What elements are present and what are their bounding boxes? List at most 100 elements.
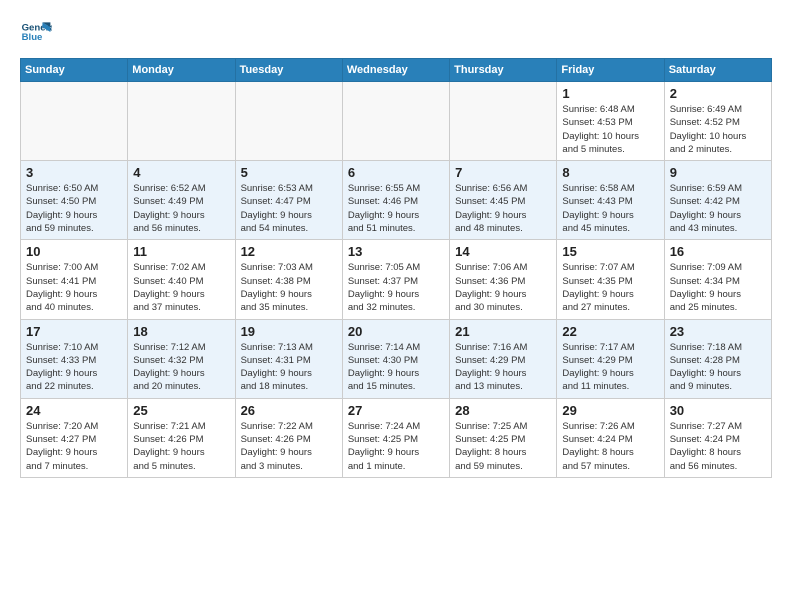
day-info: Sunrise: 7:03 AM Sunset: 4:38 PM Dayligh… — [241, 261, 337, 314]
day-info: Sunrise: 7:05 AM Sunset: 4:37 PM Dayligh… — [348, 261, 444, 314]
svg-text:Blue: Blue — [22, 32, 43, 43]
day-number: 3 — [26, 165, 122, 180]
day-number: 26 — [241, 403, 337, 418]
calendar-cell: 7 Sunrise: 6:56 AM Sunset: 4:45 PM Daylig… — [450, 161, 557, 240]
calendar-cell: 4 Sunrise: 6:52 AM Sunset: 4:49 PM Daylig… — [128, 161, 235, 240]
calendar-cell: 26 Sunrise: 7:22 AM Sunset: 4:26 PM Dayli… — [235, 398, 342, 477]
calendar-cell: 24 Sunrise: 7:20 AM Sunset: 4:27 PM Dayli… — [21, 398, 128, 477]
day-number: 14 — [455, 244, 551, 259]
day-number: 25 — [133, 403, 229, 418]
calendar-cell — [21, 82, 128, 161]
day-number: 1 — [562, 86, 658, 101]
weekday-header-friday: Friday — [557, 59, 664, 82]
day-info: Sunrise: 7:02 AM Sunset: 4:40 PM Dayligh… — [133, 261, 229, 314]
day-number: 4 — [133, 165, 229, 180]
calendar-cell: 2 Sunrise: 6:49 AM Sunset: 4:52 PM Daylig… — [664, 82, 771, 161]
header: General Blue — [20, 16, 772, 48]
day-info: Sunrise: 7:22 AM Sunset: 4:26 PM Dayligh… — [241, 420, 337, 473]
weekday-header-wednesday: Wednesday — [342, 59, 449, 82]
day-info: Sunrise: 6:50 AM Sunset: 4:50 PM Dayligh… — [26, 182, 122, 235]
day-info: Sunrise: 6:59 AM Sunset: 4:42 PM Dayligh… — [670, 182, 766, 235]
calendar-cell: 10 Sunrise: 7:00 AM Sunset: 4:41 PM Dayli… — [21, 240, 128, 319]
day-number: 9 — [670, 165, 766, 180]
calendar-cell — [235, 82, 342, 161]
day-number: 27 — [348, 403, 444, 418]
day-info: Sunrise: 6:48 AM Sunset: 4:53 PM Dayligh… — [562, 103, 658, 156]
day-number: 23 — [670, 324, 766, 339]
calendar-cell: 15 Sunrise: 7:07 AM Sunset: 4:35 PM Dayli… — [557, 240, 664, 319]
day-info: Sunrise: 7:27 AM Sunset: 4:24 PM Dayligh… — [670, 420, 766, 473]
day-info: Sunrise: 7:21 AM Sunset: 4:26 PM Dayligh… — [133, 420, 229, 473]
day-info: Sunrise: 6:49 AM Sunset: 4:52 PM Dayligh… — [670, 103, 766, 156]
day-info: Sunrise: 7:24 AM Sunset: 4:25 PM Dayligh… — [348, 420, 444, 473]
logo: General Blue — [20, 16, 52, 48]
calendar-week-2: 10 Sunrise: 7:00 AM Sunset: 4:41 PM Dayli… — [21, 240, 772, 319]
calendar-cell: 21Sunrise: 7:16 AM Sunset: 4:29 PM Dayli… — [450, 319, 557, 398]
day-info: Sunrise: 7:12 AM Sunset: 4:32 PM Dayligh… — [133, 341, 229, 394]
day-number: 12 — [241, 244, 337, 259]
day-number: 21 — [455, 324, 551, 339]
weekday-header-sunday: Sunday — [21, 59, 128, 82]
day-number: 30 — [670, 403, 766, 418]
day-number: 8 — [562, 165, 658, 180]
day-info: Sunrise: 7:17 AM Sunset: 4:29 PM Dayligh… — [562, 341, 658, 394]
day-info: Sunrise: 7:20 AM Sunset: 4:27 PM Dayligh… — [26, 420, 122, 473]
calendar-cell: 5Sunrise: 6:53 AM Sunset: 4:47 PM Daylig… — [235, 161, 342, 240]
day-info: Sunrise: 7:07 AM Sunset: 4:35 PM Dayligh… — [562, 261, 658, 314]
calendar-cell — [342, 82, 449, 161]
day-number: 24 — [26, 403, 122, 418]
calendar-cell: 23Sunrise: 7:18 AM Sunset: 4:28 PM Dayli… — [664, 319, 771, 398]
day-info: Sunrise: 7:13 AM Sunset: 4:31 PM Dayligh… — [241, 341, 337, 394]
logo-icon: General Blue — [20, 16, 52, 48]
calendar-cell: 22 Sunrise: 7:17 AM Sunset: 4:29 PM Dayli… — [557, 319, 664, 398]
calendar-cell — [450, 82, 557, 161]
calendar-cell: 6Sunrise: 6:55 AM Sunset: 4:46 PM Daylig… — [342, 161, 449, 240]
day-number: 20 — [348, 324, 444, 339]
day-number: 15 — [562, 244, 658, 259]
calendar-cell: 28 Sunrise: 7:25 AM Sunset: 4:25 PM Dayli… — [450, 398, 557, 477]
calendar-week-3: 17Sunrise: 7:10 AM Sunset: 4:33 PM Dayli… — [21, 319, 772, 398]
day-number: 22 — [562, 324, 658, 339]
calendar-cell: 13 Sunrise: 7:05 AM Sunset: 4:37 PM Dayli… — [342, 240, 449, 319]
calendar-cell: 25 Sunrise: 7:21 AM Sunset: 4:26 PM Dayli… — [128, 398, 235, 477]
weekday-header-monday: Monday — [128, 59, 235, 82]
day-number: 11 — [133, 244, 229, 259]
calendar-cell: 27 Sunrise: 7:24 AM Sunset: 4:25 PM Dayli… — [342, 398, 449, 477]
calendar-cell: 16Sunrise: 7:09 AM Sunset: 4:34 PM Dayli… — [664, 240, 771, 319]
day-number: 18 — [133, 324, 229, 339]
day-number: 17 — [26, 324, 122, 339]
calendar-cell: 9 Sunrise: 6:59 AM Sunset: 4:42 PM Daylig… — [664, 161, 771, 240]
calendar-cell: 12 Sunrise: 7:03 AM Sunset: 4:38 PM Dayli… — [235, 240, 342, 319]
day-number: 7 — [455, 165, 551, 180]
calendar-cell: 1 Sunrise: 6:48 AM Sunset: 4:53 PM Daylig… — [557, 82, 664, 161]
calendar-cell: 20 Sunrise: 7:14 AM Sunset: 4:30 PM Dayli… — [342, 319, 449, 398]
calendar-cell: 3 Sunrise: 6:50 AM Sunset: 4:50 PM Daylig… — [21, 161, 128, 240]
day-info: Sunrise: 6:56 AM Sunset: 4:45 PM Dayligh… — [455, 182, 551, 235]
day-number: 2 — [670, 86, 766, 101]
calendar: SundayMondayTuesdayWednesdayThursdayFrid… — [20, 58, 772, 478]
weekday-header-row: SundayMondayTuesdayWednesdayThursdayFrid… — [21, 59, 772, 82]
calendar-cell: 19Sunrise: 7:13 AM Sunset: 4:31 PM Dayli… — [235, 319, 342, 398]
day-info: Sunrise: 6:52 AM Sunset: 4:49 PM Dayligh… — [133, 182, 229, 235]
calendar-cell: 30 Sunrise: 7:27 AM Sunset: 4:24 PM Dayli… — [664, 398, 771, 477]
calendar-week-1: 3 Sunrise: 6:50 AM Sunset: 4:50 PM Daylig… — [21, 161, 772, 240]
weekday-header-tuesday: Tuesday — [235, 59, 342, 82]
day-number: 10 — [26, 244, 122, 259]
day-info: Sunrise: 6:53 AM Sunset: 4:47 PM Dayligh… — [241, 182, 337, 235]
weekday-header-thursday: Thursday — [450, 59, 557, 82]
calendar-cell: 14 Sunrise: 7:06 AM Sunset: 4:36 PM Dayli… — [450, 240, 557, 319]
calendar-cell: 17Sunrise: 7:10 AM Sunset: 4:33 PM Dayli… — [21, 319, 128, 398]
day-info: Sunrise: 7:25 AM Sunset: 4:25 PM Dayligh… — [455, 420, 551, 473]
day-number: 29 — [562, 403, 658, 418]
day-number: 6 — [348, 165, 444, 180]
day-info: Sunrise: 7:06 AM Sunset: 4:36 PM Dayligh… — [455, 261, 551, 314]
day-number: 28 — [455, 403, 551, 418]
day-info: Sunrise: 7:14 AM Sunset: 4:30 PM Dayligh… — [348, 341, 444, 394]
calendar-cell: 29 Sunrise: 7:26 AM Sunset: 4:24 PM Dayli… — [557, 398, 664, 477]
day-number: 13 — [348, 244, 444, 259]
day-info: Sunrise: 7:26 AM Sunset: 4:24 PM Dayligh… — [562, 420, 658, 473]
calendar-cell: 8 Sunrise: 6:58 AM Sunset: 4:43 PM Daylig… — [557, 161, 664, 240]
day-info: Sunrise: 6:58 AM Sunset: 4:43 PM Dayligh… — [562, 182, 658, 235]
calendar-week-4: 24 Sunrise: 7:20 AM Sunset: 4:27 PM Dayli… — [21, 398, 772, 477]
day-info: Sunrise: 7:00 AM Sunset: 4:41 PM Dayligh… — [26, 261, 122, 314]
